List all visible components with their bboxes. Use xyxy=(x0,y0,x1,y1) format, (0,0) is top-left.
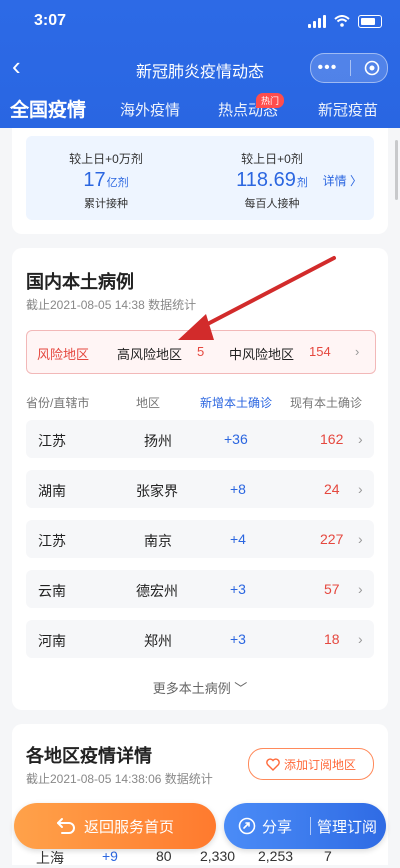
share-label: 分享 xyxy=(262,818,293,836)
back-to-home-button[interactable]: 返回服务首页 xyxy=(14,803,216,849)
annotation-arrow xyxy=(178,256,336,340)
manage-subscription-button[interactable]: 管理订阅 xyxy=(317,816,377,837)
home-button-label: 返回服务首页 xyxy=(83,818,174,836)
share-icon xyxy=(238,817,256,835)
share-button[interactable]: 分享 xyxy=(224,816,304,837)
return-icon xyxy=(56,818,75,834)
share-manage-bar: 分享 管理订阅 xyxy=(224,803,386,849)
scrollbar[interactable] xyxy=(395,140,398,200)
